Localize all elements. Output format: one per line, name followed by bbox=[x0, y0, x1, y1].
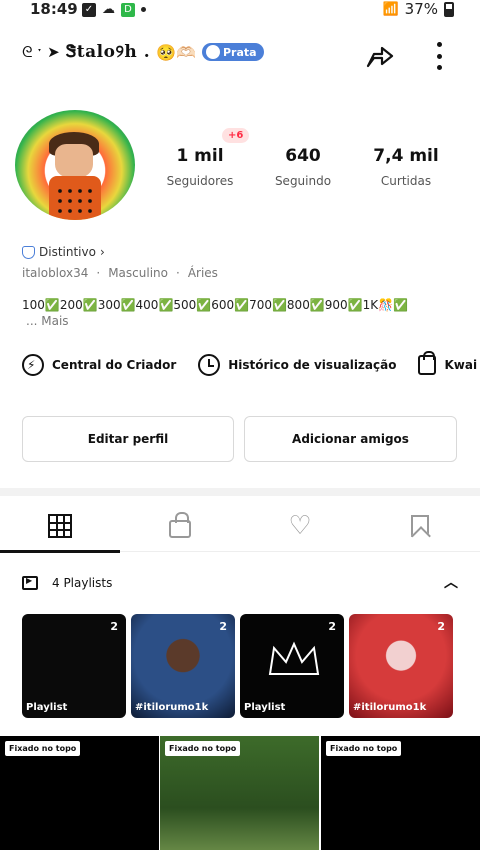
section-divider bbox=[0, 488, 480, 496]
shortcut-label: Central do Criador bbox=[52, 358, 177, 372]
grid-icon bbox=[48, 514, 72, 538]
likes-count: 7,4 mil bbox=[373, 146, 439, 166]
decor-arrow-icon: ᘓ ˑ ➤ bbox=[22, 43, 60, 61]
clock-icon bbox=[198, 354, 221, 376]
wifi-icon: 📶 bbox=[382, 1, 399, 17]
tab-videos[interactable] bbox=[0, 500, 120, 553]
playlist-card[interactable]: 2 Playlist bbox=[240, 614, 344, 718]
badge-prata[interactable]: Prata bbox=[201, 43, 264, 61]
playlist-count: 2 bbox=[437, 620, 445, 633]
shortcut-kwai-shop[interactable]: Kwai Sh bbox=[418, 351, 480, 375]
shortcut-label: Histórico de visualização bbox=[228, 358, 397, 372]
followers-delta-badge: +6 bbox=[222, 128, 250, 143]
app-d-icon: D bbox=[121, 2, 135, 17]
battery-percent: 37% bbox=[404, 0, 438, 18]
pinned-badge: Fixado no topo bbox=[5, 741, 81, 756]
distintivo-label: Distintivo bbox=[39, 245, 96, 259]
followers-count: 1 mil bbox=[176, 146, 224, 166]
status-bar: 18:49 ✓ ☁ D 📶 37% bbox=[0, 0, 480, 20]
shield-icon bbox=[22, 245, 35, 259]
shopping-bag-icon bbox=[418, 351, 437, 375]
shortcut-view-history[interactable]: Histórico de visualização bbox=[198, 354, 396, 376]
avatar[interactable] bbox=[15, 110, 135, 220]
heart-icon: ♡ bbox=[288, 511, 312, 541]
bookmark-icon bbox=[411, 515, 429, 537]
top-bar: ᘓ ˑ ➤ Ꮥtalo୨h . 🥺🫶🏻 Prata bbox=[0, 38, 480, 74]
tab-saved[interactable] bbox=[360, 500, 480, 552]
dot-icon bbox=[141, 7, 146, 12]
playlists-title: 4 Playlists bbox=[52, 576, 113, 590]
content-tabs: ♡ bbox=[0, 500, 480, 553]
video-thumbnail[interactable]: Fixado no topo bbox=[321, 736, 480, 850]
cloud-icon: ☁ bbox=[102, 2, 115, 17]
playlist-count: 2 bbox=[110, 620, 118, 633]
likes-label: Curtidas bbox=[380, 174, 432, 188]
add-friends-button[interactable]: Adicionar amigos bbox=[244, 416, 457, 462]
notification-icons: ✓ ☁ D bbox=[82, 2, 146, 17]
crown-icon bbox=[268, 641, 320, 675]
status-time: 18:49 bbox=[30, 0, 78, 18]
playlist-caption: Playlist bbox=[26, 702, 68, 713]
playlist-caption: Playlist bbox=[244, 702, 286, 713]
following-label: Seguindo bbox=[274, 174, 332, 188]
playlist-count: 2 bbox=[219, 620, 227, 633]
video-thumbnail[interactable]: Fixado no topo bbox=[0, 736, 159, 850]
playlist-caption: #itilorumo1k bbox=[135, 702, 209, 713]
playlist-card[interactable]: 2 #itilorumo1k bbox=[131, 614, 235, 718]
playlist-count: 2 bbox=[328, 620, 336, 633]
lock-icon bbox=[169, 512, 191, 538]
badge-icon bbox=[205, 45, 220, 59]
shortcut-creator-center[interactable]: Central do Criador bbox=[22, 354, 176, 376]
status-right: 📶 37% bbox=[382, 0, 454, 18]
pinned-badge: Fixado no topo bbox=[165, 741, 241, 756]
edit-profile-button[interactable]: Editar perfil bbox=[22, 416, 234, 462]
bolt-icon bbox=[22, 354, 44, 376]
playlist-card[interactable]: 2 Playlist bbox=[22, 614, 126, 718]
share-icon[interactable] bbox=[364, 40, 396, 72]
username: Ꮥtalo୨h . bbox=[65, 42, 151, 62]
playlist-caption: #itilorumo1k bbox=[353, 702, 427, 713]
pinned-badge: Fixado no topo bbox=[326, 741, 402, 756]
more-options-icon[interactable] bbox=[432, 42, 446, 70]
followers-stat[interactable]: 1 mil Seguidores bbox=[162, 146, 238, 188]
profile-handle: italoblox34 bbox=[22, 266, 89, 280]
tab-liked[interactable]: ♡ bbox=[240, 500, 360, 552]
playlists-header[interactable]: 4 Playlists ︿ bbox=[22, 572, 462, 594]
distintivo-link[interactable]: Distintivo › bbox=[22, 245, 105, 259]
battery-icon bbox=[444, 1, 454, 17]
tab-private[interactable] bbox=[120, 500, 240, 552]
shortcut-label: Kwai Sh bbox=[444, 358, 480, 372]
shortcuts-row: Central do Criador Histórico de visualiz… bbox=[22, 350, 480, 380]
chevron-up-icon[interactable]: ︿ bbox=[444, 572, 458, 592]
followers-label: Seguidores bbox=[166, 174, 234, 188]
username-row: ᘓ ˑ ➤ Ꮥtalo୨h . 🥺🫶🏻 Prata bbox=[22, 42, 264, 62]
likes-stat[interactable]: 7,4 mil Curtidas bbox=[368, 146, 444, 188]
bio-more-link[interactable]: ... Mais bbox=[26, 314, 69, 328]
following-stat[interactable]: 640 Seguindo bbox=[266, 146, 340, 188]
username-emojis: 🥺🫶🏻 bbox=[156, 42, 196, 62]
profile-meta: italoblox34 · Masculino · Áries bbox=[22, 266, 218, 280]
profile-bio: 100✅200✅300✅400✅500✅600✅700✅800✅900✅1K🎊✅ bbox=[22, 298, 408, 312]
following-count: 640 bbox=[285, 146, 321, 166]
playlist-icon bbox=[22, 576, 38, 590]
profile-sign: Áries bbox=[187, 266, 218, 280]
notification-icon: ✓ bbox=[82, 2, 96, 17]
playlist-card[interactable]: 2 #itilorumo1k bbox=[349, 614, 453, 718]
video-thumbnail[interactable]: Fixado no topo bbox=[160, 736, 319, 850]
badge-label: Prata bbox=[222, 45, 257, 59]
chevron-right-icon: › bbox=[99, 245, 105, 259]
profile-gender: Masculino bbox=[108, 266, 168, 280]
